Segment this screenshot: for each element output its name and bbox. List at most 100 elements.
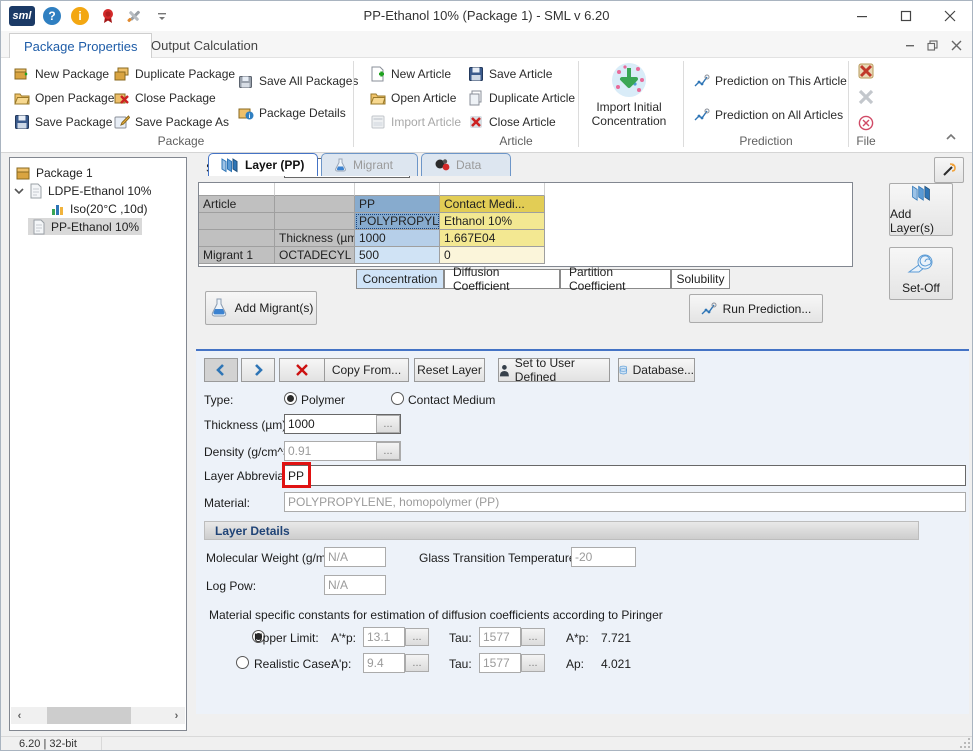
tau-realistic-input[interactable] bbox=[479, 653, 521, 673]
tab-concentration[interactable]: Concentration bbox=[356, 269, 444, 289]
polymer-radio-label[interactable]: Polymer bbox=[301, 393, 345, 407]
add-migrants-button[interactable]: Add Migrant(s) bbox=[205, 291, 317, 325]
contact-concentration-cell[interactable]: 0 bbox=[440, 247, 545, 264]
child-close-icon[interactable] bbox=[946, 37, 966, 53]
set-off-button[interactable]: Set-Off bbox=[889, 247, 953, 300]
chevron-right-icon bbox=[255, 364, 263, 376]
tab-solubility[interactable]: Solubility bbox=[671, 269, 730, 289]
help-icon[interactable]: ? bbox=[43, 7, 61, 25]
tab-layer[interactable]: Layer (PP) bbox=[208, 153, 318, 176]
tau-upper-input[interactable] bbox=[479, 627, 521, 647]
database-button[interactable]: Database... bbox=[618, 358, 695, 382]
material-label: Material: bbox=[204, 496, 251, 510]
apstar-browse-button[interactable]: ... bbox=[405, 628, 429, 646]
import-article-button[interactable]: Import Article bbox=[367, 111, 464, 133]
svg-text:i: i bbox=[249, 113, 251, 120]
realistic-case-radio[interactable] bbox=[236, 656, 249, 669]
log-pow-input[interactable] bbox=[324, 575, 386, 595]
open-package-button[interactable]: Open Package bbox=[11, 87, 117, 109]
new-package-button[interactable]: New Package bbox=[11, 63, 112, 85]
tab-package-properties[interactable]: Package Properties bbox=[9, 33, 153, 58]
tools-icon[interactable] bbox=[125, 7, 143, 25]
contact-name-cell[interactable]: Ethanol 10% bbox=[440, 213, 545, 230]
tab-partition-coefficient[interactable]: Partition Coefficient bbox=[560, 265, 671, 293]
duplicate-article-button[interactable]: Duplicate Article bbox=[465, 87, 578, 109]
tab-diffusion-coefficient[interactable]: Diffusion Coefficient bbox=[444, 265, 560, 293]
tab-migrant[interactable]: Migrant bbox=[321, 153, 418, 176]
tab-output-calculation[interactable]: Output Calculation bbox=[137, 33, 272, 58]
contact-medium-radio-label[interactable]: Contact Medium bbox=[408, 393, 495, 407]
qat-dropdown-icon[interactable] bbox=[153, 7, 171, 25]
realistic-case-label[interactable]: Realistic Case: bbox=[254, 657, 334, 671]
contact-medium-radio[interactable] bbox=[391, 392, 404, 405]
minimize-button[interactable] bbox=[840, 1, 884, 31]
close-package-button[interactable]: Close Package bbox=[111, 87, 219, 109]
tree-item-iso-condition[interactable]: Iso(20°C ,10d) bbox=[50, 200, 148, 217]
material-input[interactable] bbox=[284, 492, 966, 512]
layer-thickness-cell[interactable]: 1000 bbox=[355, 230, 440, 247]
thickness-browse-button[interactable]: ... bbox=[376, 415, 400, 433]
copy-from-button[interactable]: Copy From... bbox=[324, 358, 409, 382]
file-exit-button[interactable] bbox=[858, 115, 874, 131]
migrant-name-cell[interactable]: OCTADECYL ... bbox=[275, 247, 355, 264]
next-layer-button[interactable] bbox=[241, 358, 275, 382]
ribbon-collapse-chevron-icon[interactable] bbox=[945, 132, 957, 142]
contact-header-cell[interactable]: Contact Medi... bbox=[440, 196, 545, 213]
open-article-button[interactable]: Open Article bbox=[367, 87, 459, 109]
delete-layer-button[interactable] bbox=[279, 358, 325, 382]
save-article-button[interactable]: Save Article bbox=[465, 63, 555, 85]
child-minimize-icon[interactable] bbox=[900, 37, 920, 53]
upper-limit-label[interactable]: Upper Limit: bbox=[254, 631, 319, 645]
ap-input[interactable] bbox=[363, 653, 405, 673]
apstar-input[interactable] bbox=[363, 627, 405, 647]
tree-horizontal-scrollbar[interactable]: ‹ › bbox=[11, 707, 185, 724]
new-article-button[interactable]: New Article bbox=[367, 63, 454, 85]
ap-browse-button[interactable]: ... bbox=[405, 654, 429, 672]
maximize-button[interactable] bbox=[884, 1, 928, 31]
award-icon[interactable] bbox=[99, 7, 117, 25]
file-close-button[interactable] bbox=[857, 62, 875, 80]
prediction-all-articles-button[interactable]: Prediction on All Articles bbox=[691, 104, 846, 126]
scrollbar-thumb[interactable] bbox=[47, 707, 131, 724]
save-all-packages-button[interactable]: Save All Packages bbox=[235, 70, 361, 92]
molecular-weight-input[interactable] bbox=[324, 547, 386, 567]
scroll-right-icon[interactable]: › bbox=[168, 707, 185, 724]
run-prediction-button[interactable]: Run Prediction... bbox=[689, 294, 823, 323]
new-article-icon bbox=[371, 66, 384, 82]
info-icon[interactable]: i bbox=[71, 7, 89, 25]
file-close-all-button-disabled[interactable] bbox=[858, 89, 874, 105]
glass-transition-input[interactable] bbox=[571, 547, 636, 567]
package-details-button[interactable]: i Package Details bbox=[235, 102, 349, 124]
tab-data[interactable]: Data bbox=[421, 153, 511, 176]
polymer-radio[interactable] bbox=[284, 392, 297, 405]
save-package-button[interactable]: Save Package bbox=[11, 111, 115, 133]
magic-wand-button[interactable] bbox=[934, 157, 964, 183]
tau-realistic-browse-button[interactable]: ... bbox=[521, 654, 545, 672]
tree-item-package[interactable]: Package 1 bbox=[16, 164, 93, 181]
reset-layer-button[interactable]: Reset Layer bbox=[414, 358, 485, 382]
add-layers-button[interactable]: Add Layer(s) bbox=[889, 183, 953, 236]
previous-layer-button[interactable] bbox=[204, 358, 238, 382]
layer-header-cell[interactable]: PP bbox=[355, 196, 440, 213]
child-restore-icon[interactable] bbox=[922, 37, 942, 53]
import-initial-concentration-button[interactable]: Import Initial Concentration bbox=[587, 60, 671, 148]
resize-grip[interactable] bbox=[960, 738, 970, 748]
tau-upper-browse-button[interactable]: ... bbox=[521, 628, 545, 646]
layer-abbreviation-input[interactable] bbox=[284, 465, 966, 486]
scroll-left-icon[interactable]: ‹ bbox=[11, 707, 28, 724]
status-separator bbox=[101, 737, 102, 750]
tree-item-article-ldpe[interactable]: LDPE-Ethanol 10% bbox=[14, 182, 151, 199]
close-button[interactable] bbox=[928, 1, 972, 31]
contact-thickness-cell[interactable]: 1.667E04 bbox=[440, 230, 545, 247]
layer-concentration-cell[interactable]: 500 bbox=[355, 247, 440, 264]
set-to-user-defined-button[interactable]: Set to User Defined bbox=[498, 356, 610, 384]
layer-material-cell[interactable]: POLYPROPYL... bbox=[355, 213, 440, 230]
prediction-this-article-button[interactable]: Prediction on This Article bbox=[691, 70, 850, 92]
tree-item-article-pp[interactable]: PP-Ethanol 10% bbox=[28, 218, 143, 235]
density-browse-button[interactable]: ... bbox=[376, 442, 400, 460]
tree-collapse-icon bbox=[14, 187, 24, 194]
close-article-button[interactable]: Close Article bbox=[465, 111, 559, 133]
group-separator bbox=[353, 61, 354, 147]
duplicate-package-button[interactable]: Duplicate Package bbox=[111, 63, 238, 85]
save-package-as-button[interactable]: Save Package As bbox=[111, 111, 232, 133]
